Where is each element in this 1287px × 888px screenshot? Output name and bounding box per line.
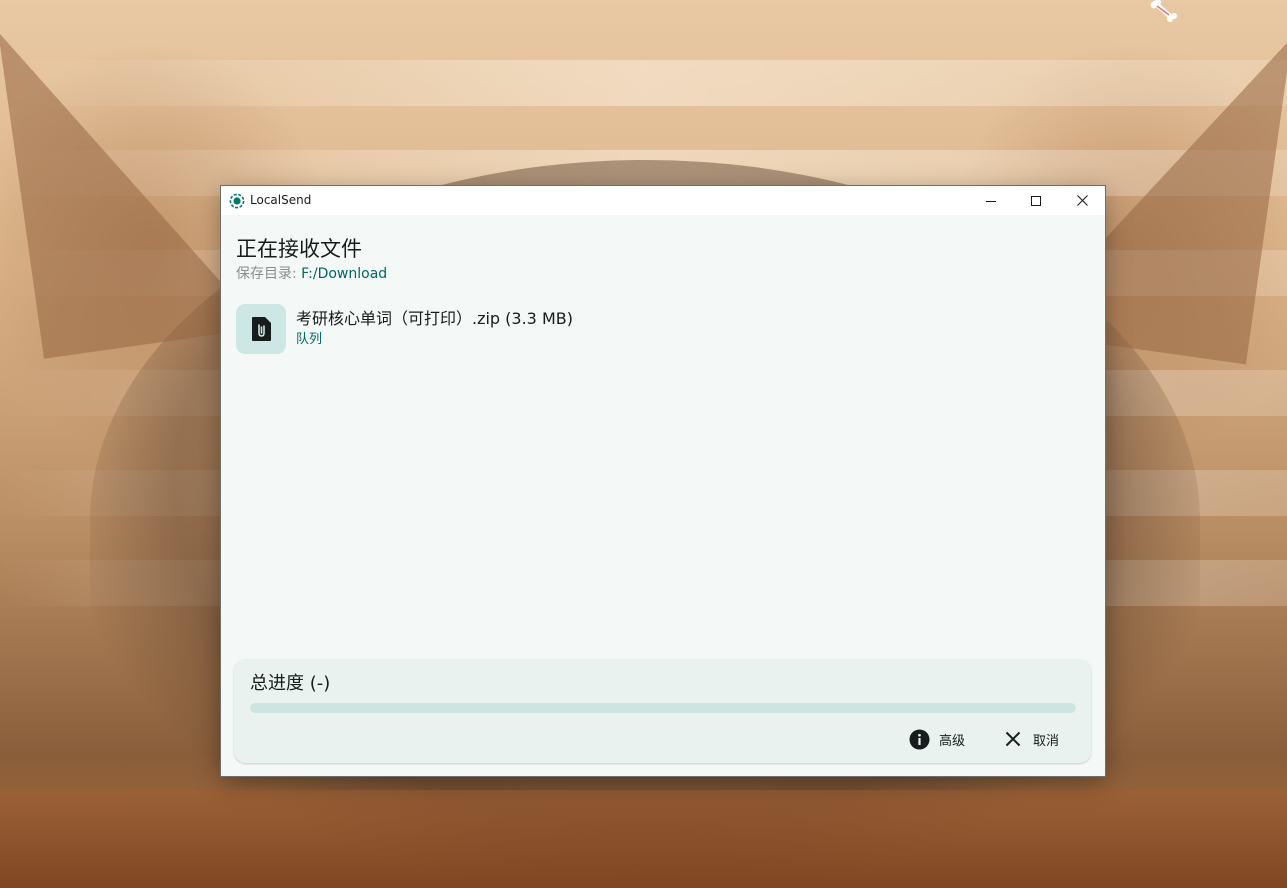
maximize-icon — [1031, 195, 1041, 206]
save-directory: 保存目录: F:/Download — [236, 265, 387, 283]
file-status: 队列 — [296, 332, 323, 347]
file-icon-tile — [236, 304, 286, 354]
cancel-button[interactable]: 取消 — [1002, 725, 1059, 753]
maximize-button[interactable] — [1013, 186, 1059, 215]
file-name: 考研核心单词（可打印）.zip (3.3 MB) — [296, 309, 573, 328]
total-progress-card: 总进度 (-) 高级 取消 — [234, 659, 1091, 763]
save-directory-label: 保存目录: — [236, 266, 297, 282]
cancel-button-label: 取消 — [1033, 733, 1060, 749]
advanced-button-label: 高级 — [939, 733, 966, 749]
bone-icon[interactable] — [1149, 0, 1177, 22]
file-attachment-icon — [252, 317, 271, 341]
window-title: LocalSend — [250, 193, 312, 207]
total-progress-title: 总进度 (-) — [250, 673, 331, 694]
total-progress-bar — [250, 703, 1076, 713]
title-bar[interactable]: LocalSend — [221, 186, 1105, 215]
list-item: 考研核心单词（可打印）.zip (3.3 MB) 队列 — [236, 304, 1086, 354]
close-window-button[interactable] — [1059, 186, 1105, 215]
advanced-button[interactable]: 高级 — [908, 725, 965, 753]
minimize-icon — [986, 200, 996, 202]
save-directory-path: F:/Download — [301, 266, 388, 282]
info-icon — [908, 728, 930, 750]
page-title: 正在接收文件 — [236, 237, 362, 261]
close-icon — [1076, 195, 1088, 206]
minimize-button[interactable] — [968, 186, 1014, 215]
close-icon — [1002, 728, 1024, 750]
localsend-logo-icon — [229, 193, 245, 209]
wallpaper-table — [0, 790, 1287, 888]
localsend-window: LocalSend 正在接收文件 保存目录: F:/Download 考研核心单… — [221, 186, 1105, 776]
